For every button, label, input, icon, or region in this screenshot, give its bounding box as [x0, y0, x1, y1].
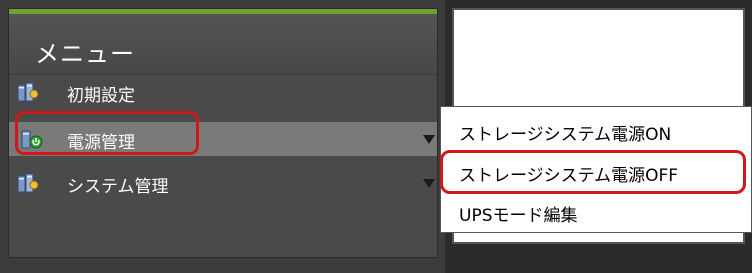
- submenu-arrow-icon: [423, 179, 435, 188]
- highlight-power-management: [15, 111, 199, 155]
- submenu-item-label: ストレージシステム電源ON: [459, 125, 672, 145]
- menu-item-label: 初期設定: [67, 86, 135, 106]
- menu-item-label: システム管理: [67, 177, 169, 197]
- submenu-item-ups-mode-edit[interactable]: UPSモード編集: [441, 193, 751, 231]
- submenu-item-label: UPSモード編集: [459, 206, 578, 226]
- submenu-arrow-icon: [423, 135, 435, 144]
- highlight-storage-power-off: [440, 150, 746, 194]
- menu-item-system-management[interactable]: システム管理: [9, 166, 437, 200]
- server-settings-icon: [17, 173, 39, 193]
- menu-item-initial-settings[interactable]: 初期設定: [9, 75, 437, 109]
- submenu-item-storage-power-on[interactable]: ストレージシステム電源ON: [441, 112, 751, 150]
- menu-header: メニュー: [9, 14, 437, 75]
- server-settings-icon: [17, 82, 39, 102]
- menu-title: メニュー: [35, 40, 135, 68]
